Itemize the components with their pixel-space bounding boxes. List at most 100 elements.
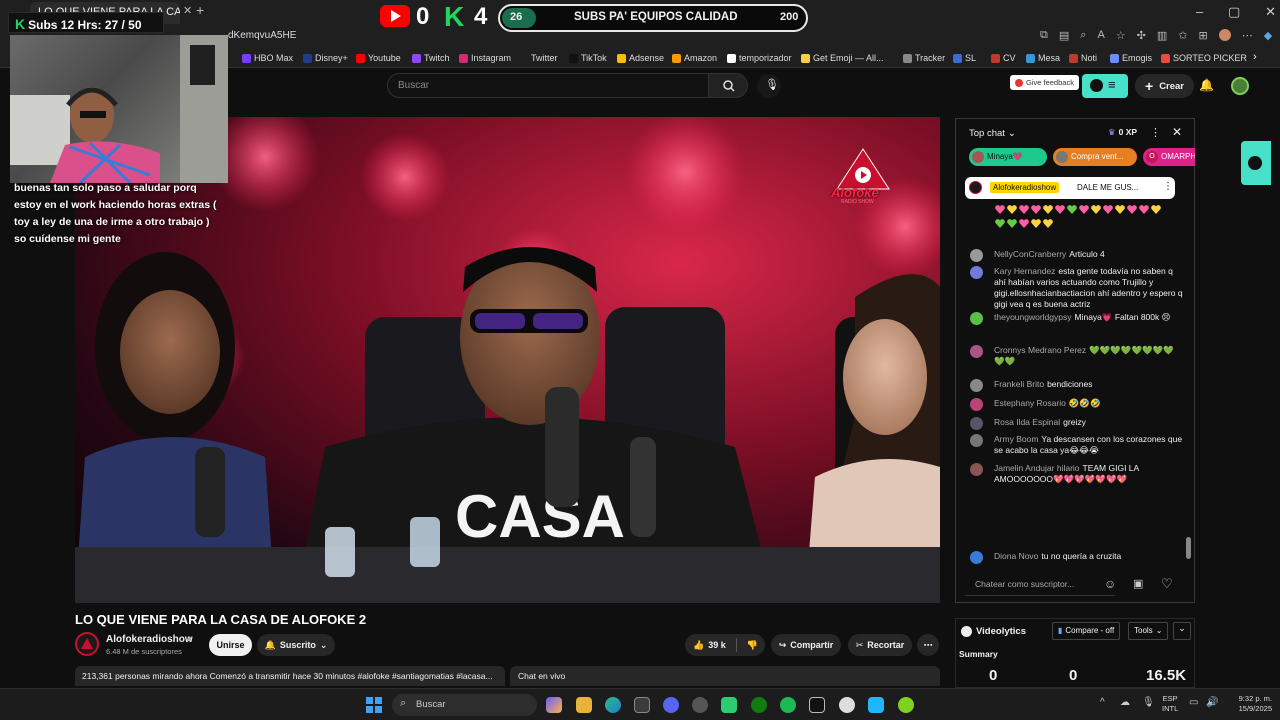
store-icon[interactable] bbox=[634, 697, 650, 713]
create-button[interactable]: + Crear bbox=[1135, 74, 1195, 98]
extension-button[interactable]: ≡ bbox=[1082, 74, 1128, 98]
bookmark-item[interactable]: Twitch bbox=[412, 53, 450, 63]
favorites-icon[interactable]: ✩ bbox=[1178, 29, 1187, 42]
emoji-icon[interactable]: ☺ bbox=[1104, 577, 1116, 591]
search-button[interactable] bbox=[708, 73, 748, 98]
collapse-button[interactable]: ⌄ bbox=[1173, 622, 1191, 640]
chat-more-icon[interactable]: ⋮ bbox=[1150, 126, 1161, 139]
chat-author[interactable]: Diona Novo bbox=[994, 551, 1038, 561]
chat-close-icon[interactable]: ✕ bbox=[1172, 125, 1182, 139]
bookmark-item[interactable]: Noti bbox=[1069, 53, 1097, 63]
windows-start-icon[interactable] bbox=[366, 697, 382, 713]
dislike-button[interactable]: 👎 bbox=[747, 640, 758, 651]
copilot-icon[interactable]: ◆ bbox=[1264, 29, 1272, 42]
chat-author[interactable]: Cronnys Medrano Perez bbox=[994, 345, 1086, 355]
search-input[interactable]: Buscar bbox=[387, 73, 710, 98]
avatar[interactable] bbox=[1231, 77, 1249, 95]
compare-toggle[interactable]: ▮ Compare - off bbox=[1052, 622, 1121, 640]
split-icon[interactable]: ▥ bbox=[1157, 29, 1167, 42]
copilot-app-icon[interactable] bbox=[546, 697, 562, 713]
bookmark-item[interactable]: Disney+ bbox=[303, 53, 348, 63]
bookmark-item[interactable]: Youtube bbox=[356, 53, 401, 63]
chat-input[interactable]: Chatear como suscriptor... bbox=[965, 574, 1115, 596]
bookmark-item[interactable]: Twitter bbox=[519, 53, 558, 63]
top-chat-selector[interactable]: Top chat ⌄ bbox=[969, 128, 1016, 139]
minimize-icon[interactable]: – bbox=[1196, 4, 1203, 20]
maximize-icon[interactable]: ▢ bbox=[1228, 4, 1240, 20]
bookmark-item[interactable]: Amazon bbox=[672, 53, 717, 63]
bookmark-item[interactable]: TikTok bbox=[569, 53, 607, 63]
extensions-icon[interactable]: ✣ bbox=[1137, 29, 1146, 42]
description-box[interactable]: 213,361 personas mirando ahora Comenzó a… bbox=[75, 666, 505, 686]
spotify-icon[interactable] bbox=[780, 697, 796, 713]
chat-message[interactable]: Estephany Rosario 🤣🤣🤣 bbox=[970, 398, 1184, 411]
chat-message[interactable]: theyoungworldgypsy Minaya💗 Faltan 800k 😣 bbox=[970, 312, 1184, 325]
app-icon[interactable] bbox=[721, 697, 737, 713]
join-button[interactable]: Unirse bbox=[209, 634, 252, 656]
bookmark-item[interactable]: Adsense bbox=[617, 53, 664, 63]
bookmark-item[interactable]: Get Emoji — All... bbox=[801, 53, 884, 63]
bookmark-item[interactable]: temporizador bbox=[727, 53, 792, 63]
more-icon[interactable]: ⋯ bbox=[1242, 29, 1253, 42]
mic-button[interactable]: 🎙 bbox=[757, 74, 781, 98]
give-feedback-button[interactable]: Give feedback bbox=[1010, 75, 1079, 90]
bookmark-item[interactable]: Tracker bbox=[903, 53, 945, 63]
discord-icon[interactable] bbox=[663, 697, 679, 713]
chat-message[interactable]: NellyConCranberry Articulo 4 bbox=[970, 249, 1184, 262]
url-text[interactable]: dKemqvuA5HE bbox=[228, 30, 296, 41]
live-chat-replay-tab[interactable]: Chat en vivo bbox=[510, 666, 940, 686]
super-chat-icon[interactable]: ▣ bbox=[1133, 577, 1143, 590]
pinned-chip-3[interactable]: O OMARPH bbox=[1143, 148, 1195, 166]
pinned-chip-2[interactable]: Compra vent... bbox=[1053, 148, 1137, 166]
translate-icon[interactable]: ⧉ bbox=[1040, 29, 1048, 42]
reader-icon[interactable]: ▤ bbox=[1059, 29, 1069, 42]
chat-scrollbar[interactable] bbox=[1186, 537, 1191, 559]
volume-icon[interactable]: 🔊 bbox=[1206, 697, 1218, 708]
xp-badge[interactable]: ♛ 0 XP bbox=[1108, 127, 1137, 138]
bookmark-item[interactable]: HBO Max bbox=[242, 53, 293, 63]
zoom-icon[interactable]: ⌕ bbox=[1080, 29, 1086, 42]
network-icon[interactable]: ▭ bbox=[1189, 697, 1198, 708]
bookmark-item[interactable]: CV bbox=[991, 53, 1016, 63]
edge-browser-icon[interactable] bbox=[605, 697, 621, 713]
chat-message[interactable]: Kary Hernandez esta gente todavía no sabe… bbox=[970, 266, 1184, 310]
chat-author[interactable]: theyoungworldgypsy bbox=[994, 312, 1072, 322]
taskbar-search[interactable]: ⌕ Buscar bbox=[392, 694, 537, 716]
chat-author[interactable]: Jamelin Andujar hilario bbox=[994, 463, 1080, 473]
close-window-icon[interactable]: ✕ bbox=[1265, 4, 1276, 20]
subscribed-button[interactable]: 🔔 Suscrito ⌄ bbox=[257, 634, 335, 656]
channel-name[interactable]: Alofokeradioshow bbox=[106, 634, 193, 645]
chat-message[interactable]: Army Boom Ya descansen con los corazones … bbox=[970, 434, 1184, 456]
clip-button[interactable]: ✂ Recortar bbox=[848, 634, 912, 656]
bookmark-item[interactable]: Emogis bbox=[1110, 53, 1152, 63]
mic-tray-icon[interactable]: 🎙 bbox=[1142, 697, 1155, 708]
more-actions-button[interactable]: ⋯ bbox=[917, 634, 939, 656]
chat-message[interactable]: Jamelin Andujar hilario TEAM GIGI LA AMOO… bbox=[970, 463, 1184, 485]
chat-author[interactable]: Army Boom bbox=[994, 434, 1038, 444]
tray-chevron-icon[interactable]: ^ bbox=[1100, 697, 1105, 708]
cloud-icon[interactable]: ☁ bbox=[1120, 697, 1130, 708]
heart-reaction-icon[interactable]: ♡ bbox=[1161, 576, 1173, 592]
chatgpt-icon[interactable] bbox=[839, 697, 855, 713]
extension-side-tab[interactable] bbox=[1241, 141, 1271, 185]
pinned-chip-1[interactable]: Minaya💗 bbox=[969, 148, 1047, 166]
profile-icon[interactable] bbox=[1218, 29, 1231, 41]
chat-message[interactable]: Rosa Ilda Espinal greizy bbox=[970, 417, 1184, 430]
like-button[interactable]: 👍 39 k bbox=[693, 640, 726, 651]
bookmark-item[interactable]: SL bbox=[953, 53, 976, 63]
chat-author[interactable]: Rosa Ilda Espinal bbox=[994, 417, 1060, 427]
chat-author[interactable]: NellyConCranberry bbox=[994, 249, 1066, 259]
notifications-bell-icon[interactable]: 🔔 bbox=[1199, 78, 1214, 92]
notepad-icon[interactable] bbox=[868, 697, 884, 713]
bookmark-item[interactable]: Mesa bbox=[1026, 53, 1060, 63]
pinned-message[interactable]: Alofokeradioshow DALE ME GUS... ⋮ bbox=[965, 177, 1175, 199]
pinned-more-icon[interactable]: ⋮ bbox=[1163, 181, 1173, 192]
channel-avatar[interactable] bbox=[75, 632, 99, 656]
collections-icon[interactable]: ⊞ bbox=[1199, 29, 1208, 42]
bookmarks-overflow-icon[interactable]: › bbox=[1253, 51, 1257, 63]
clock[interactable]: 9:32 p. m. 15/9/2025 bbox=[1222, 694, 1272, 714]
chat-author[interactable]: Kary Hernandez bbox=[994, 266, 1055, 276]
language-indicator[interactable]: ESP INTL bbox=[1162, 694, 1178, 714]
favorite-star-icon[interactable]: ☆ bbox=[1116, 29, 1126, 42]
chat-message[interactable]: Diona Novo tu no quería a cruzita bbox=[970, 551, 1184, 564]
